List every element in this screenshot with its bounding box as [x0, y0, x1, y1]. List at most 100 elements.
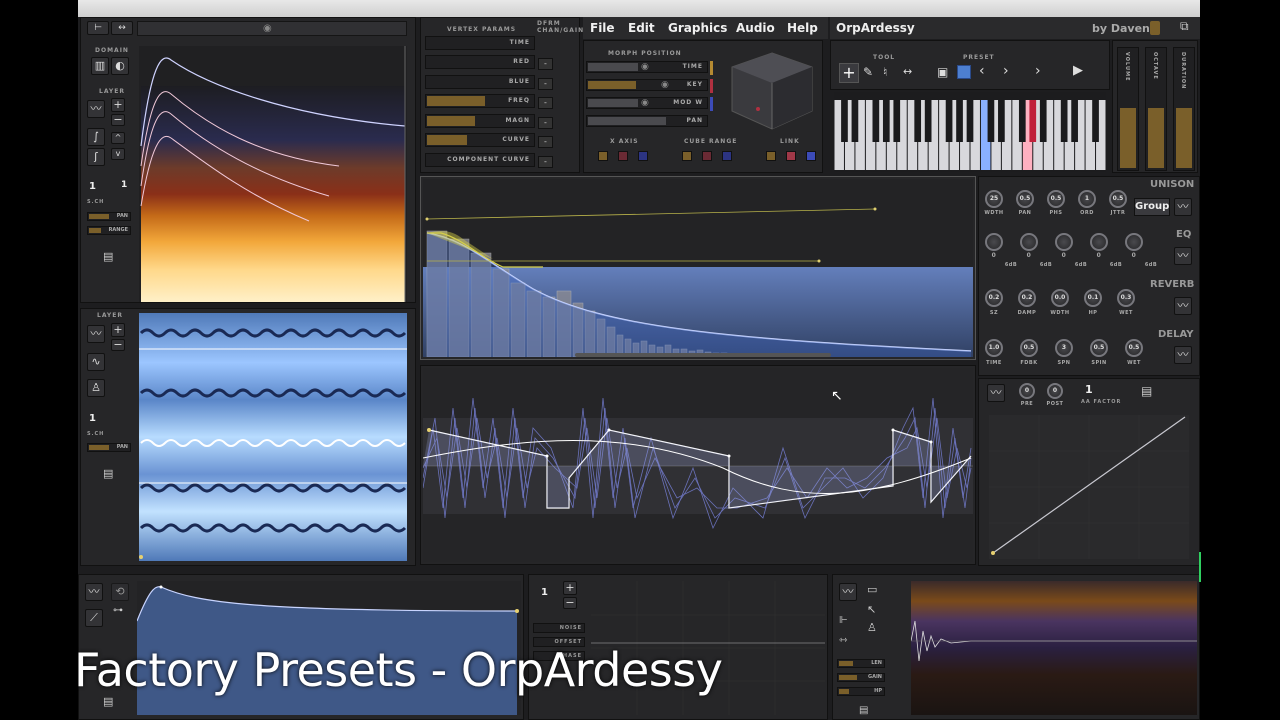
unison-mod-icon[interactable]: 〰	[1174, 198, 1192, 216]
black-key[interactable]	[1039, 100, 1047, 142]
impulse-mod-icon[interactable]: 〰	[839, 583, 857, 601]
source-channel-value-bottom[interactable]: 1	[89, 413, 96, 424]
delay-wet-knob[interactable]: 0.5	[1125, 339, 1143, 357]
black-key[interactable]	[1071, 100, 1078, 142]
unison-phase-knob[interactable]: 0.5	[1047, 190, 1065, 208]
eq-band4-knob[interactable]	[1090, 233, 1108, 251]
black-key[interactable]	[882, 100, 890, 142]
reverb-size-knob[interactable]: 0.2	[985, 289, 1003, 307]
chevron-down-icon[interactable]: v	[111, 148, 125, 160]
delay-time-knob[interactable]: 1.0	[985, 339, 1003, 357]
link-time-toggle[interactable]	[766, 151, 776, 161]
expand-icon[interactable]: ↔	[111, 21, 133, 35]
document-icon-bottom[interactable]: ▤	[103, 467, 113, 480]
eq-mod-icon[interactable]: 〰	[1174, 247, 1192, 265]
range-time-toggle[interactable]	[682, 151, 692, 161]
shaper-doc-icon[interactable]: ▤	[1141, 384, 1152, 398]
morph-cube-view[interactable]	[724, 49, 820, 133]
black-key[interactable]	[1060, 100, 1068, 142]
black-key[interactable]	[1092, 100, 1099, 142]
black-key[interactable]	[956, 100, 963, 142]
waveform-view[interactable]	[423, 368, 973, 562]
document-icon[interactable]: ▤	[103, 250, 113, 263]
delay-spin-knob[interactable]: 3	[1055, 339, 1073, 357]
length-slider[interactable]: LEN	[837, 659, 885, 668]
curve-icon[interactable]: ∫	[87, 128, 105, 146]
delay-feedback-knob[interactable]: 0.5	[1020, 339, 1038, 357]
save-preset-icon[interactable]: ▣	[937, 65, 948, 79]
menu-graphics[interactable]: Graphics	[668, 17, 727, 39]
hp-slider[interactable]: HP	[837, 687, 885, 696]
black-key[interactable]	[945, 100, 953, 142]
reverb-wet-knob[interactable]: 0.3	[1117, 289, 1135, 307]
reverb-damp-knob[interactable]: 0.2	[1018, 289, 1036, 307]
layer-pencil-icon[interactable]: 〰	[87, 100, 105, 118]
layer-pencil-icon-bottom[interactable]: 〰	[87, 325, 105, 343]
eye-icon[interactable]: ◉	[263, 23, 272, 34]
collapse-left-icon[interactable]: ⊢	[87, 21, 109, 35]
impulse-doc-icon[interactable]: ▤	[859, 705, 868, 716]
range-key-toggle[interactable]	[702, 151, 712, 161]
resize-tool-icon[interactable]: ↔	[903, 65, 912, 78]
link-key-toggle[interactable]	[786, 151, 796, 161]
waveform-icon[interactable]: ∿	[87, 353, 105, 371]
component-curve-chan-button[interactable]: -	[538, 156, 553, 168]
chevron-up-icon[interactable]: ^	[111, 132, 125, 144]
eq-band2-knob[interactable]	[1020, 233, 1038, 251]
eq-band1-knob[interactable]	[985, 233, 1003, 251]
vertex-row-component-curve[interactable]: COMPONENT CURVE	[425, 153, 535, 167]
blue-chan-button[interactable]: -	[538, 78, 553, 90]
x-axis-time-toggle[interactable]	[598, 151, 608, 161]
domain-spectrum-icon[interactable]: ▥	[91, 57, 109, 75]
black-key[interactable]	[851, 100, 859, 142]
preset-next-alt-icon[interactable]: ›	[1035, 63, 1041, 79]
reverb-width-knob[interactable]: 0.0	[1051, 289, 1069, 307]
eq-band5-knob[interactable]	[1125, 233, 1143, 251]
eq-band3-knob[interactable]	[1055, 233, 1073, 251]
x-axis-modw-toggle[interactable]	[638, 151, 648, 161]
mod-remove-button[interactable]: −	[563, 597, 577, 609]
person-icon-impulse[interactable]: ♙	[867, 621, 877, 634]
range-slider[interactable]: RANGE	[87, 226, 131, 235]
magn-chan-button[interactable]: -	[538, 117, 553, 129]
curve-alt-icon[interactable]: ʃ	[87, 148, 105, 166]
layer-remove-button-bottom[interactable]: −	[111, 339, 125, 351]
black-key[interactable]	[924, 100, 932, 142]
menu-edit[interactable]: Edit	[628, 17, 655, 39]
freq-chan-button[interactable]: -	[538, 97, 553, 109]
range-modw-toggle[interactable]	[722, 151, 732, 161]
link-modw-toggle[interactable]	[806, 151, 816, 161]
vertex-row-blue[interactable]: BLUE	[425, 75, 535, 89]
morph-modw-slider[interactable]: ◉ MOD W	[586, 97, 708, 109]
menu-help[interactable]: Help	[787, 17, 818, 39]
x-axis-key-toggle[interactable]	[618, 151, 628, 161]
cursor-tool-icon[interactable]: ↖	[867, 603, 876, 616]
person-icon[interactable]: ♙	[87, 379, 105, 397]
folder-icon[interactable]: ▭	[867, 583, 877, 596]
black-key[interactable]	[914, 100, 922, 142]
morph-key-slider[interactable]: ◉ KEY	[586, 79, 708, 91]
black-key[interactable]	[966, 100, 974, 142]
domain-harmonic-icon[interactable]: ◐	[111, 57, 129, 75]
black-key[interactable]	[893, 100, 901, 142]
pre-knob[interactable]: 0	[1019, 383, 1035, 399]
noise-slider[interactable]: NOISE	[533, 623, 585, 633]
layer-remove-button[interactable]: −	[111, 114, 125, 126]
layer-add-button[interactable]: +	[111, 98, 125, 112]
wavetable-view[interactable]	[139, 313, 407, 561]
env-ramp-icon[interactable]: ⟋	[85, 609, 103, 627]
vertex-row-freq[interactable]: FREQ	[425, 94, 535, 108]
fit-width-icon[interactable]: ⇿	[839, 635, 847, 646]
unison-pan-knob[interactable]: 0.5	[1016, 190, 1034, 208]
aa-factor-value[interactable]: 1	[1085, 383, 1093, 396]
shaper-mod-icon[interactable]: 〰	[987, 384, 1005, 402]
trim-icon[interactable]: ⊩	[839, 615, 848, 626]
black-key[interactable]	[872, 100, 880, 142]
link-arrow-icon[interactable]: ⊶	[113, 605, 123, 616]
add-tool-icon[interactable]: +	[839, 63, 859, 83]
mod-add-button[interactable]: +	[563, 581, 577, 595]
source-channel-value[interactable]: 1	[89, 181, 96, 192]
pan-slider[interactable]: PAN	[87, 212, 131, 221]
red-chan-button[interactable]: -	[538, 58, 553, 70]
vertex-row-curve[interactable]: CURVE	[425, 133, 535, 147]
